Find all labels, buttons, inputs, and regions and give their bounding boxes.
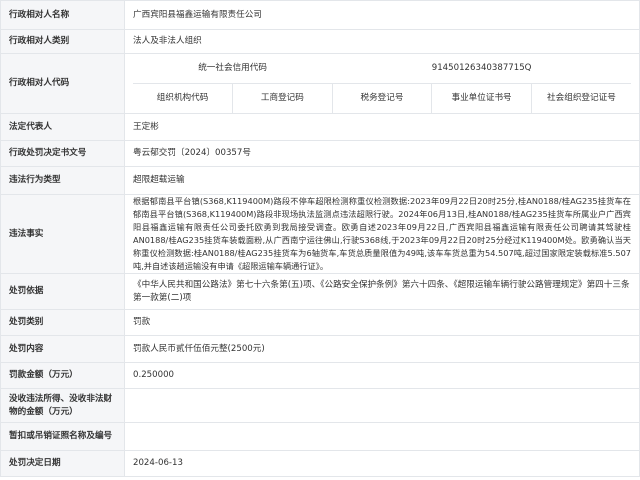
label-fine-amount: 罚款金额（万元） xyxy=(0,362,125,389)
value-name: 广西宾阳县福鑫运输有限责任公司 xyxy=(124,0,640,30)
row-name: 行政相对人名称 广西宾阳县福鑫运输有限责任公司 xyxy=(0,0,640,30)
business-reg-label: 工商登记码 xyxy=(232,83,333,113)
value-violation-type: 超限超载运输 xyxy=(124,166,640,195)
row-license: 暂扣或吊销证照名称及编号 xyxy=(0,422,640,451)
row-penalty-type: 处罚类别 罚款 xyxy=(0,309,640,336)
row-violation-type: 违法行为类型 超限超载运输 xyxy=(0,166,640,195)
value-license xyxy=(124,422,640,451)
value-doc-no: 粤云郁交罚〔2024〕00357号 xyxy=(124,140,640,167)
row-facts: 违法事实 根据郁南县平台镇(S368,K119400M)路段不停车超限检测称重仪… xyxy=(0,194,640,274)
value-fine-amount: 0.250000 xyxy=(124,362,640,389)
row-code: 行政相对人代码 统一社会信用代码 91450126340387715Q 组织机构… xyxy=(0,53,640,114)
row-fine-amount: 罚款金额（万元） 0.250000 xyxy=(0,362,640,389)
credit-code-label: 统一社会信用代码 xyxy=(133,54,333,84)
label-legal-rep: 法定代表人 xyxy=(0,113,125,141)
label-code: 行政相对人代码 xyxy=(0,53,125,114)
org-code-label: 组织机构代码 xyxy=(133,83,234,113)
value-penalty-content: 罚款人民币贰仟伍佰元整(2500元) xyxy=(124,335,640,363)
value-penalty-type: 罚款 xyxy=(124,309,640,336)
label-license: 暂扣或吊销证照名称及编号 xyxy=(0,422,125,451)
label-violation-type: 违法行为类型 xyxy=(0,166,125,195)
value-category: 法人及非法人组织 xyxy=(124,29,640,54)
row-decision-date: 处罚决定日期 2024-06-13 xyxy=(0,450,640,477)
value-confiscated xyxy=(124,388,640,423)
label-penalty-content: 处罚内容 xyxy=(0,335,125,363)
value-decision-date: 2024-06-13 xyxy=(124,450,640,477)
label-facts: 违法事实 xyxy=(0,194,125,274)
row-doc-no: 行政处罚决定书文号 粤云郁交罚〔2024〕00357号 xyxy=(0,140,640,167)
label-confiscated: 没收违法所得、没收非法财物的金额（万元） xyxy=(0,388,125,423)
credit-code-value: 91450126340387715Q xyxy=(332,54,631,84)
row-penalty-content: 处罚内容 罚款人民币贰仟伍佰元整(2500元) xyxy=(0,335,640,363)
row-confiscated: 没收违法所得、没收非法财物的金额（万元） xyxy=(0,388,640,423)
tax-reg-label: 税务登记号 xyxy=(332,83,433,113)
social-org-label: 社会组织登记证号 xyxy=(547,93,616,103)
row-legal-rep: 法定代表人 王定彬 xyxy=(0,113,640,141)
value-facts: 根据郁南县平台镇(S368,K119400M)路段不停车超限检测称重仪检测数据:… xyxy=(124,194,640,274)
label-penalty-type: 处罚类别 xyxy=(0,309,125,336)
value-basis: 《中华人民共和国公路法》第七十六条第(五)项、《公路安全保护条例》第六十四条、《… xyxy=(124,273,640,310)
institution-cert-label: 事业单位证书号 xyxy=(431,83,532,113)
label-name: 行政相对人名称 xyxy=(0,0,125,30)
penalty-info-table: 行政相对人名称 广西宾阳县福鑫运输有限责任公司 行政相对人类别 法人及非法人组织… xyxy=(0,0,640,477)
label-doc-no: 行政处罚决定书文号 xyxy=(0,140,125,167)
value-legal-rep: 王定彬 xyxy=(124,113,640,141)
row-basis: 处罚依据 《中华人民共和国公路法》第七十六条第(五)项、《公路安全保护条例》第六… xyxy=(0,273,640,310)
row-category: 行政相对人类别 法人及非法人组织 xyxy=(0,29,640,54)
label-decision-date: 处罚决定日期 xyxy=(0,450,125,477)
label-category: 行政相对人类别 xyxy=(0,29,125,54)
label-basis: 处罚依据 xyxy=(0,273,125,310)
code-cell: 统一社会信用代码 91450126340387715Q 组织机构代码 工商登记码… xyxy=(124,53,640,114)
code-subtable: 统一社会信用代码 91450126340387715Q 组织机构代码 工商登记码… xyxy=(133,54,631,113)
